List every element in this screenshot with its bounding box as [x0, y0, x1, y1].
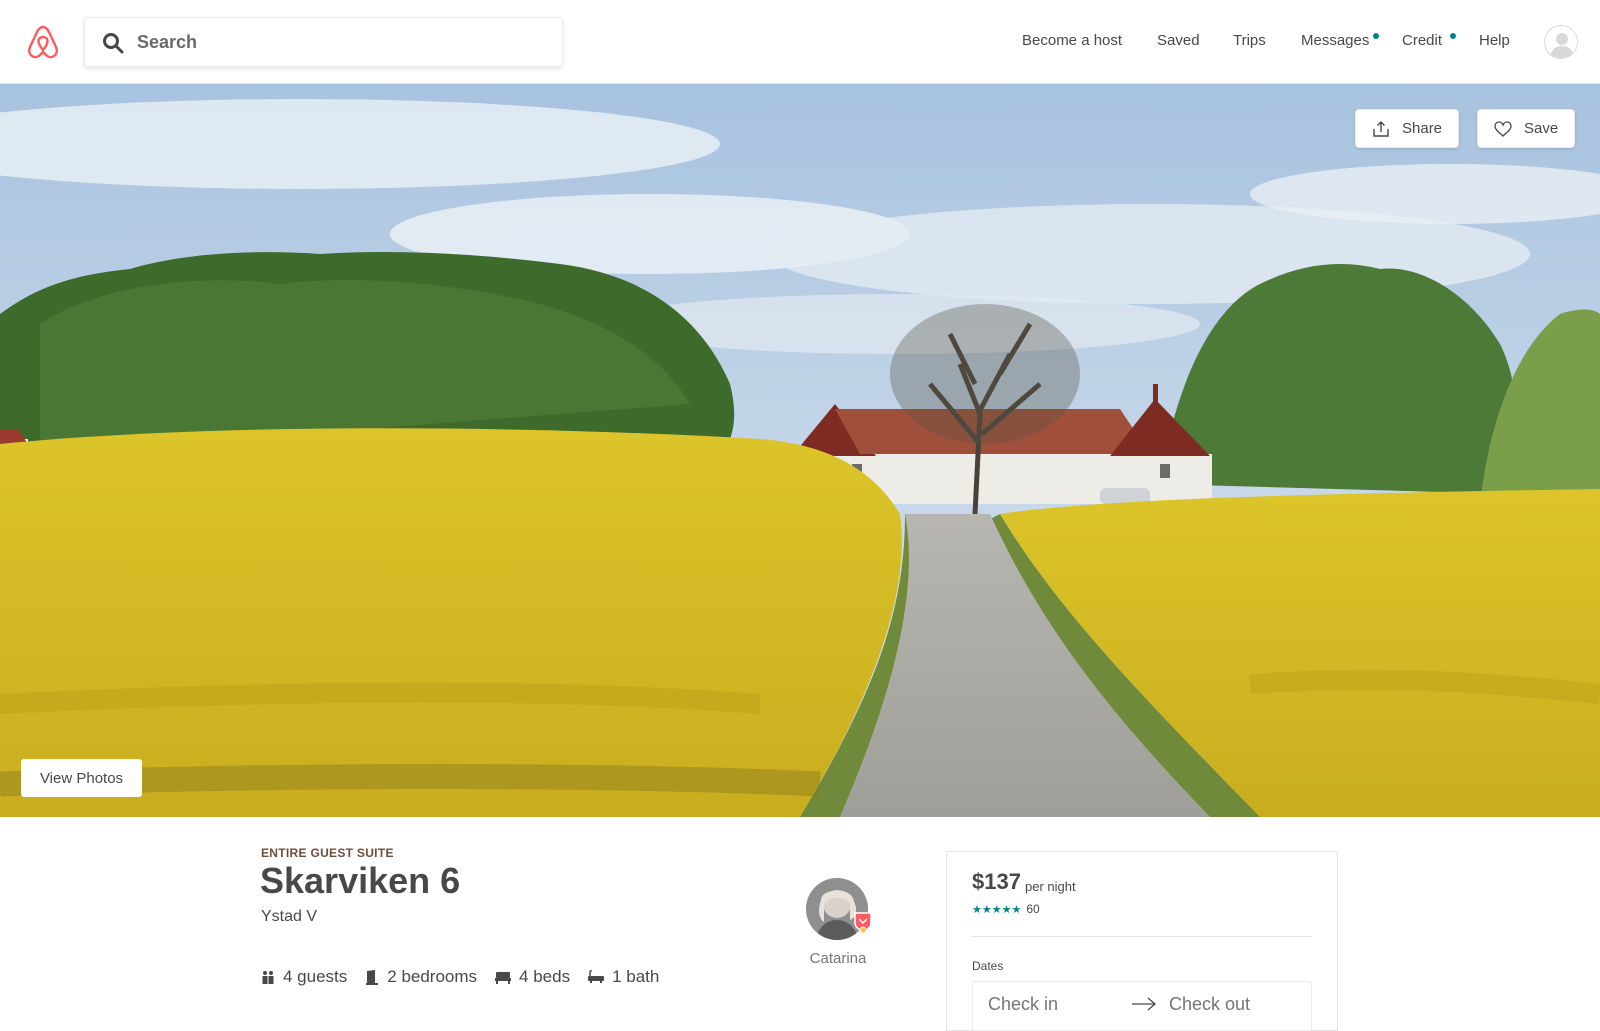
- search-bar[interactable]: [84, 17, 563, 67]
- share-button[interactable]: Share: [1355, 109, 1459, 148]
- listing-location[interactable]: Ystad V: [261, 908, 317, 926]
- review-count: 60: [1026, 902, 1040, 916]
- guests-count: 4 guests: [283, 967, 348, 986]
- date-range-picker[interactable]: Check in Check out: [972, 981, 1312, 1031]
- arrow-right-icon: [1132, 997, 1156, 1011]
- nav-help[interactable]: Help: [1479, 32, 1510, 49]
- save-button[interactable]: Save: [1477, 109, 1575, 148]
- baths-amenity: 1 bath: [588, 967, 659, 987]
- search-icon: [103, 33, 124, 54]
- divider: [972, 936, 1312, 937]
- check-out-field[interactable]: Check out: [1169, 994, 1250, 1015]
- guests-amenity: 4 guests: [261, 967, 347, 987]
- check-in-field[interactable]: Check in: [988, 994, 1058, 1015]
- nav-trips[interactable]: Trips: [1233, 32, 1266, 49]
- guests-icon: [262, 971, 274, 984]
- dates-label: Dates: [972, 959, 1004, 973]
- messages-notification-dot: [1373, 33, 1379, 39]
- booking-panel: $137 per night ★★★★★ 60 Dates Check in C…: [946, 851, 1338, 1031]
- top-navigation-bar: Become a host Saved Trips Messages Credi…: [0, 0, 1600, 84]
- bedrooms-count: 2 bedrooms: [387, 967, 478, 986]
- airbnb-logo-icon[interactable]: [26, 24, 60, 60]
- share-button-label: Share: [1402, 120, 1443, 137]
- door-icon: [366, 970, 379, 985]
- host-name[interactable]: Catarina: [808, 950, 868, 967]
- nav-messages[interactable]: Messages: [1301, 32, 1369, 49]
- bedrooms-amenity: 2 bedrooms: [365, 967, 477, 987]
- beds-count: 4 beds: [519, 967, 571, 986]
- credit-notification-dot: [1450, 33, 1456, 39]
- baths-count: 1 bath: [612, 967, 660, 986]
- nav-credit[interactable]: Credit: [1402, 32, 1442, 49]
- star-rating-icons: ★★★★★: [972, 903, 1022, 916]
- view-photos-button[interactable]: View Photos: [21, 759, 142, 797]
- nightly-price: $137: [972, 869, 1021, 894]
- save-button-label: Save: [1524, 120, 1559, 137]
- beds-amenity: 4 beds: [495, 967, 570, 987]
- listing-amenities: 4 guests 2 bedrooms 4 beds 1 bath: [261, 967, 677, 987]
- superhost-badge-icon: [854, 912, 872, 933]
- listing-type: ENTIRE GUEST SUITE: [261, 846, 394, 860]
- rating[interactable]: ★★★★★ 60: [972, 902, 1040, 916]
- heart-icon: [1494, 120, 1512, 137]
- listing-hero-photo[interactable]: [0, 84, 1600, 817]
- bathtub-icon: [588, 970, 605, 983]
- countryside-farmhouse-image: [0, 84, 1600, 817]
- share-icon: [1373, 120, 1389, 137]
- nav-saved[interactable]: Saved: [1157, 32, 1200, 49]
- per-night-label: per night: [1025, 879, 1076, 894]
- bed-icon: [495, 972, 512, 984]
- user-avatar[interactable]: [1544, 25, 1578, 59]
- search-input[interactable]: [137, 24, 537, 60]
- nav-become-a-host[interactable]: Become a host: [1022, 32, 1122, 49]
- user-silhouette-icon: [1550, 33, 1574, 58]
- listing-title: Skarviken 6: [260, 860, 461, 901]
